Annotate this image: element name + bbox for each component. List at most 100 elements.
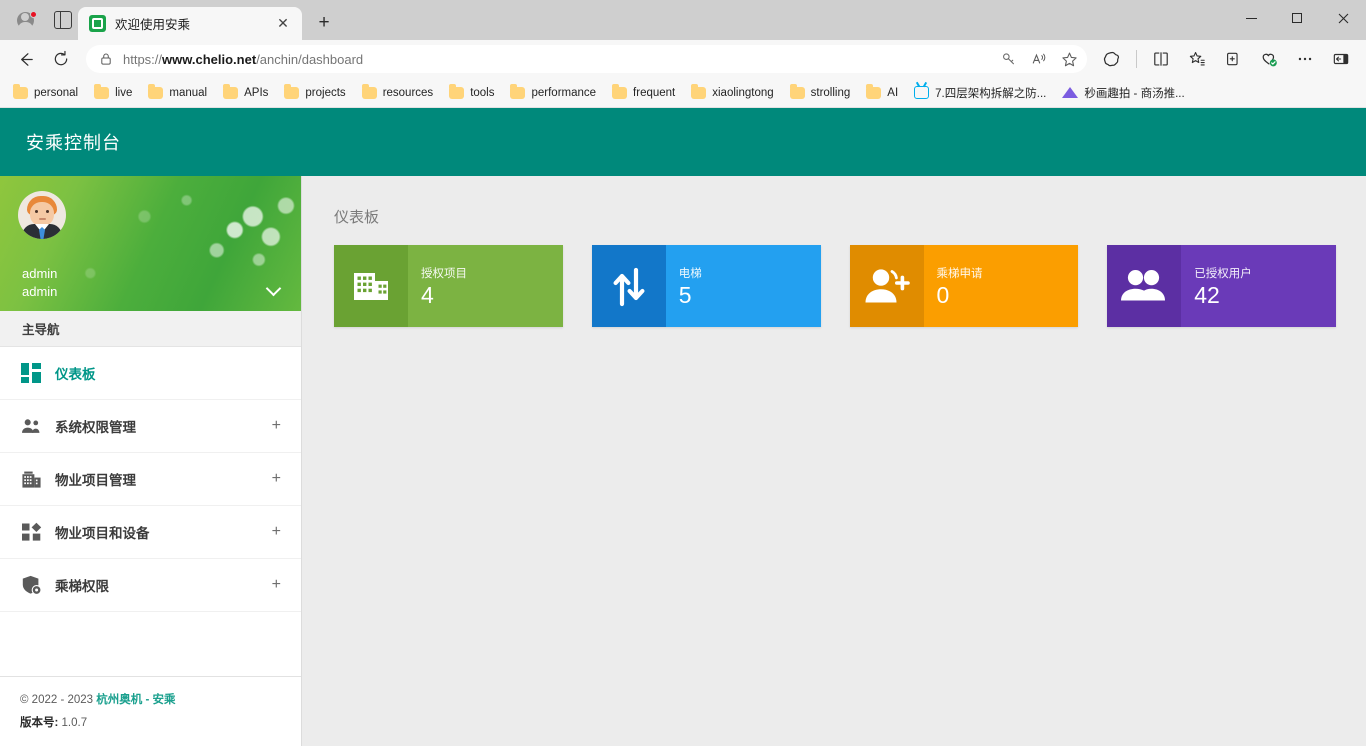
collections-add-icon[interactable] (1216, 44, 1250, 74)
bookmark-label: APIs (244, 86, 269, 99)
sidebar-item-label: 仪表板 (55, 367, 96, 382)
sidebar-item-2[interactable]: 系统权限管理 + (0, 400, 301, 453)
footer-version: 版本号: 1.0.7 (20, 714, 281, 730)
sidebar-toggle-icon[interactable] (1324, 44, 1358, 74)
dashboard-card[interactable]: 乘梯申请 0 (849, 245, 1079, 327)
bookmark-item[interactable]: 秒画趣拍 - 商汤推... (1055, 82, 1191, 104)
sidebar-item-expand-icon[interactable]: + (272, 523, 281, 541)
footer-copyright: © 2022 - 2023 杭州奥机 - 安乘 (20, 691, 281, 707)
bookmark-item[interactable]: manual (141, 83, 214, 102)
bookmark-label: personal (34, 86, 79, 99)
bookmarks-bar: personal live manual APIs projects resources t… (0, 78, 1366, 108)
bookmark-item[interactable]: resources (355, 83, 441, 102)
folder-icon (449, 83, 465, 99)
dashboard-card[interactable]: 已授权用户 42 (1107, 245, 1336, 327)
dashboard-card-value: 5 (678, 281, 692, 308)
sidebar: admin admin 主导航 仪表板 系统权限管理 + 物业项目管理 + 物业项目和设备… (0, 176, 302, 746)
new-tab-button[interactable]: + (310, 9, 338, 37)
building-icon (20, 468, 42, 490)
sidebar-item-label: 系统权限管理 (55, 420, 136, 435)
profile-name: admin (22, 266, 58, 281)
url-scheme: https:// (123, 51, 163, 67)
sidebar-item-expand-icon[interactable]: + (272, 576, 281, 594)
main-content: 仪表板 授权项目 4 电梯 5 乘梯申请 0 已授权用户 42 (302, 176, 1366, 746)
users-icon (20, 415, 42, 437)
web-page: 安乘控制台 admin admin 主导航 仪表板 系统权限管理 + 物业项目管… (0, 108, 1366, 746)
sidebar-item-3[interactable]: 物业项目管理 + (0, 453, 301, 506)
folder-icon (94, 83, 110, 99)
bookmark-label: live (115, 86, 133, 99)
tab-title: 欢迎使用安乘 (115, 18, 191, 32)
bookmark-label: strolling (810, 86, 851, 99)
tab-favicon-icon (89, 15, 106, 32)
bookmark-item[interactable]: AI (859, 83, 905, 102)
app-title: 安乘控制台 (26, 133, 121, 153)
tab-actions-icon[interactable] (54, 11, 72, 29)
address-bar-actions (995, 47, 1083, 71)
sidebar-item-4[interactable]: 物业项目和设备 + (0, 506, 301, 559)
sidebar-profile-panel[interactable]: admin admin (0, 176, 301, 311)
dashboard-card-body: 已授权用户 42 (1181, 245, 1336, 327)
dashboard-card[interactable]: 授权项目 4 (334, 245, 563, 327)
copilot-icon[interactable] (1095, 44, 1129, 74)
sidebar-nav-list: 仪表板 系统权限管理 + 物业项目管理 + 物业项目和设备 + 乘梯权限 + (0, 347, 301, 676)
bookmark-item[interactable]: strolling (783, 83, 858, 102)
folder-icon (148, 83, 164, 99)
read-aloud-icon[interactable] (1025, 47, 1053, 71)
dashboard-card-label: 授权项目 (421, 267, 467, 280)
building-card-icon (334, 245, 408, 327)
folder-icon (223, 83, 239, 99)
add-favorite-star-icon[interactable] (1055, 47, 1083, 71)
footer-company-link[interactable]: 杭州奥机 - 安乘 (96, 694, 175, 706)
bookmark-label: manual (169, 86, 208, 99)
reload-icon[interactable] (44, 44, 78, 74)
window-close-button[interactable] (1320, 0, 1366, 36)
profile-notification-dot-icon (30, 11, 37, 18)
tab-close-icon[interactable]: ✕ (272, 13, 294, 35)
sidebar-item-1[interactable]: 仪表板 (0, 347, 301, 400)
bookmark-item[interactable]: performance (503, 83, 603, 102)
bookmark-item[interactable]: xiaolingtong (684, 83, 780, 102)
window-maximize-button[interactable] (1274, 0, 1320, 36)
sidebar-item-expand-icon[interactable]: + (272, 417, 281, 435)
folder-icon (691, 83, 707, 99)
browser-tab[interactable]: 欢迎使用安乘 ✕ (78, 7, 302, 40)
page-title: 仪表板 (334, 209, 380, 226)
bookmark-item[interactable]: tools (442, 83, 501, 102)
grid-device-icon (20, 521, 42, 543)
bookmark-item[interactable]: frequent (605, 83, 682, 102)
key-password-icon[interactable] (995, 47, 1023, 71)
split-screen-icon[interactable] (1144, 44, 1178, 74)
favorites-list-icon[interactable] (1180, 44, 1214, 74)
dashboard-cards: 授权项目 4 电梯 5 乘梯申请 0 已授权用户 42 (334, 245, 1336, 327)
browser-essentials-icon[interactable] (1252, 44, 1286, 74)
sidebar-footer: © 2022 - 2023 杭州奥机 - 安乘 版本号: 1.0.7 (0, 676, 301, 746)
dashboard-card-label: 电梯 (678, 267, 702, 280)
bookmark-item[interactable]: projects (277, 83, 352, 102)
bookmark-item[interactable]: live (87, 83, 139, 102)
dashboard-card-value: 42 (1194, 281, 1220, 308)
tab-strip-left-controls (0, 0, 72, 40)
sidebar-item-5[interactable]: 乘梯权限 + (0, 559, 301, 612)
sidebar-item-expand-icon[interactable]: + (272, 470, 281, 488)
window-minimize-button[interactable] (1228, 0, 1274, 36)
dashboard-card[interactable]: 电梯 5 (591, 245, 821, 327)
more-settings-icon[interactable] (1288, 44, 1322, 74)
bookmark-item[interactable]: personal (6, 83, 85, 102)
bookmark-item[interactable]: APIs (216, 83, 275, 102)
sidebar-item-label: 乘梯权限 (55, 579, 109, 594)
dashboard-card-body: 乘梯申请 0 (924, 245, 1079, 327)
bookmark-item[interactable]: 7.四层架构拆解之防... (907, 82, 1053, 104)
bookmark-label: xiaolingtong (712, 86, 774, 99)
bilibili-icon (914, 86, 930, 99)
browser-profile-button[interactable] (10, 7, 40, 33)
avatar (18, 191, 66, 239)
url-host: www.chelio.net (162, 51, 257, 67)
address-bar[interactable]: https://www.chelio.net/anchin/dashboard (86, 45, 1087, 73)
sidebar-section-label: 主导航 (22, 323, 60, 337)
folder-icon (361, 83, 377, 99)
url-path: /anchin/dashboard (256, 51, 364, 67)
chevron-down-icon[interactable] (267, 282, 281, 296)
back-icon[interactable] (8, 44, 42, 74)
bookmark-label: 秒画趣拍 - 商汤推... (1084, 87, 1185, 100)
